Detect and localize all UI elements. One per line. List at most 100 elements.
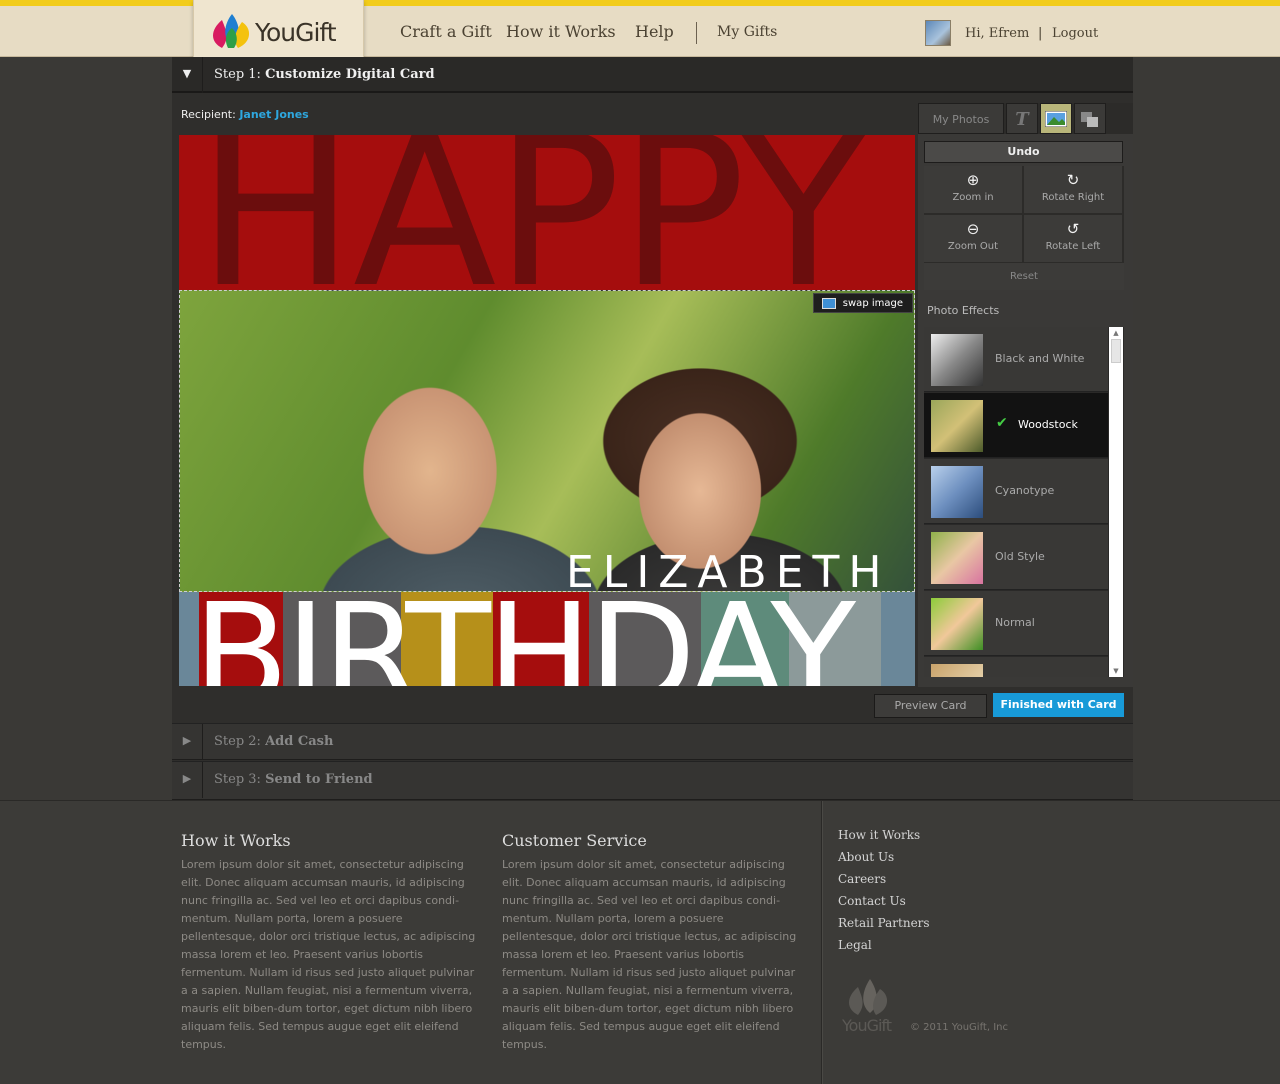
- footer-link-retail-partners[interactable]: Retail Partners: [838, 916, 930, 930]
- tab-layers-icon[interactable]: [1074, 103, 1106, 134]
- transform-tools: ⊕ Zoom in ↻ Rotate Right ⊖ Zoom Out ↺ Ro…: [924, 166, 1124, 290]
- scroll-up-icon[interactable]: ▲: [1109, 327, 1123, 339]
- card-happy-banner: HAPPY: [179, 135, 915, 290]
- card-happy-text: HAPPY: [197, 135, 868, 290]
- effect-label: Black and White: [995, 352, 1085, 365]
- swap-image-button[interactable]: swap image: [812, 293, 913, 313]
- undo-button[interactable]: Undo: [924, 141, 1123, 163]
- zoom-out-button[interactable]: ⊖ Zoom Out: [924, 215, 1022, 262]
- effect-cyanotype[interactable]: Cyanotype: [924, 459, 1108, 524]
- footer-link-contact-us[interactable]: Contact Us: [838, 894, 906, 908]
- expand-triangle-icon[interactable]: ▶: [172, 724, 203, 760]
- scroll-down-icon[interactable]: ▼: [1109, 665, 1123, 677]
- footer-link-legal[interactable]: Legal: [838, 938, 872, 952]
- effect-label: Cyanotype: [995, 484, 1055, 497]
- nav-my-gifts[interactable]: My Gifts: [717, 24, 777, 40]
- tool-tabs: My Photos T: [918, 103, 1133, 134]
- step3-name: Send to Friend: [265, 772, 373, 787]
- effect-thumbnail: [931, 400, 983, 452]
- effect-label: Normal: [995, 616, 1035, 629]
- step1-prefix: Step 1:: [214, 67, 261, 82]
- card-birthday-banner: BIRTHDAY: [179, 592, 915, 686]
- effect-black-and-white[interactable]: Black and White: [924, 327, 1108, 392]
- checkmark-icon: ✔: [996, 415, 1008, 431]
- card-birthday-text: BIRTHDAY: [193, 592, 856, 686]
- photo-effects-label: Photo Effects: [927, 304, 1000, 317]
- rotate-left-icon: ↺: [1066, 220, 1080, 238]
- zoom-in-button[interactable]: ⊕ Zoom in: [924, 166, 1022, 213]
- recipient: Recipient: Janet Jones: [181, 108, 309, 121]
- footer-link-how-it-works[interactable]: How it Works: [838, 828, 920, 842]
- effect-woodstock[interactable]: ✔ Woodstock: [924, 393, 1108, 458]
- rotate-left-button[interactable]: ↺ Rotate Left: [1024, 215, 1122, 262]
- step2-header[interactable]: ▶ Step 2: Add Cash: [172, 723, 1133, 760]
- photo-tools: My Photos T Undo ⊕ Zoom in ↻ Rotate Righ…: [918, 103, 1133, 687]
- rotate-right-button[interactable]: ↻ Rotate Right: [1024, 166, 1122, 213]
- effects-scrollbar[interactable]: ▲ ▼: [1109, 327, 1123, 677]
- expand-triangle-icon[interactable]: ▶: [172, 762, 203, 798]
- logo-text: YouGift: [255, 18, 337, 47]
- card-name-text[interactable]: ELIZABETH: [566, 551, 890, 592]
- copyright: © 2011 YouGift, Inc: [910, 1022, 1008, 1033]
- greeting: Hi, Efrem: [965, 26, 1030, 41]
- finished-with-card-button[interactable]: Finished with Card: [993, 693, 1124, 717]
- rotate-right-label: Rotate Right: [1041, 192, 1105, 203]
- effect-old-style[interactable]: Old Style: [924, 525, 1108, 590]
- top-header: YouGift Craft a Gift How it Works Help M…: [0, 0, 1280, 63]
- header-separator: |: [1038, 26, 1043, 41]
- effect-partial[interactable]: [924, 657, 1108, 677]
- footer-how-body: Lorem ipsum dolor sit amet, consectetur …: [181, 858, 476, 1051]
- tab-my-photos[interactable]: My Photos: [918, 103, 1004, 134]
- zoom-out-label: Zoom Out: [947, 241, 999, 252]
- effect-thumbnail: [931, 466, 983, 518]
- footer-how-title: How it Works: [181, 831, 291, 850]
- zoom-in-label: Zoom in: [952, 192, 994, 203]
- effect-thumbnail: [931, 598, 983, 650]
- landscape-icon: [1044, 110, 1068, 128]
- step2-title: Step 2: Add Cash: [214, 734, 333, 749]
- card-photo[interactable]: swap image ELIZABETH: [179, 290, 915, 592]
- collapse-triangle-icon[interactable]: ▼: [172, 57, 203, 93]
- effect-thumbnail: [931, 532, 983, 584]
- wizard-panel: ▼ Step 1: Customize Digital Card Recipie…: [172, 57, 1133, 800]
- effect-thumbnail: [931, 664, 983, 677]
- scroll-thumb[interactable]: [1111, 339, 1121, 363]
- yougift-logo-icon: [213, 14, 250, 48]
- step2-name: Add Cash: [265, 734, 334, 749]
- tab-text-icon[interactable]: T: [1006, 103, 1038, 134]
- photo-effects-list[interactable]: Black and White ✔ Woodstock Cyanotype Ol…: [924, 327, 1124, 677]
- step1-header[interactable]: ▼ Step 1: Customize Digital Card: [172, 57, 1133, 93]
- zoom-out-icon: ⊖: [966, 220, 980, 238]
- footer-link-careers[interactable]: Careers: [838, 872, 886, 886]
- rotate-right-icon: ↻: [1066, 171, 1080, 189]
- layers-icon: [1081, 112, 1098, 127]
- rotate-left-label: Rotate Left: [1045, 241, 1101, 252]
- footer-cs-title: Customer Service: [502, 831, 647, 850]
- recipient-name[interactable]: Janet Jones: [239, 108, 308, 121]
- zoom-in-icon: ⊕: [966, 171, 980, 189]
- footer-cs-body: Lorem ipsum dolor sit amet, consectetur …: [502, 858, 797, 1051]
- avatar[interactable]: [925, 20, 951, 46]
- reset-button[interactable]: Reset: [924, 263, 1124, 290]
- nav-help[interactable]: Help: [635, 22, 674, 41]
- effect-normal[interactable]: Normal: [924, 591, 1108, 656]
- card-preview: HAPPY swap image ELIZABETH BIRTHDAY: [179, 135, 915, 686]
- nav-craft-a-gift[interactable]: Craft a Gift: [400, 22, 492, 41]
- tab-image-icon[interactable]: [1040, 103, 1072, 134]
- effect-thumbnail: [931, 334, 983, 386]
- step1-title: Step 1: Customize Digital Card: [214, 67, 435, 82]
- step1-name: Customize Digital Card: [265, 67, 435, 82]
- footer-logo-icon: [849, 979, 888, 1015]
- yougift-logo[interactable]: YouGift: [193, 0, 364, 63]
- footer-link-about-us[interactable]: About Us: [838, 850, 894, 864]
- step3-prefix: Step 3:: [214, 772, 261, 787]
- nav-how-it-works[interactable]: How it Works: [506, 22, 616, 41]
- step3-header[interactable]: ▶ Step 3: Send to Friend: [172, 761, 1133, 800]
- effect-label: Woodstock: [1018, 418, 1078, 431]
- logout-link[interactable]: Logout: [1052, 26, 1098, 41]
- footer: How it Works Lorem ipsum dolor sit amet,…: [0, 800, 1280, 1084]
- footer-divider: [821, 801, 823, 1084]
- step2-prefix: Step 2:: [214, 734, 261, 749]
- preview-card-button[interactable]: Preview Card: [874, 694, 987, 718]
- footer-logo-text: YouGift: [842, 1016, 892, 1035]
